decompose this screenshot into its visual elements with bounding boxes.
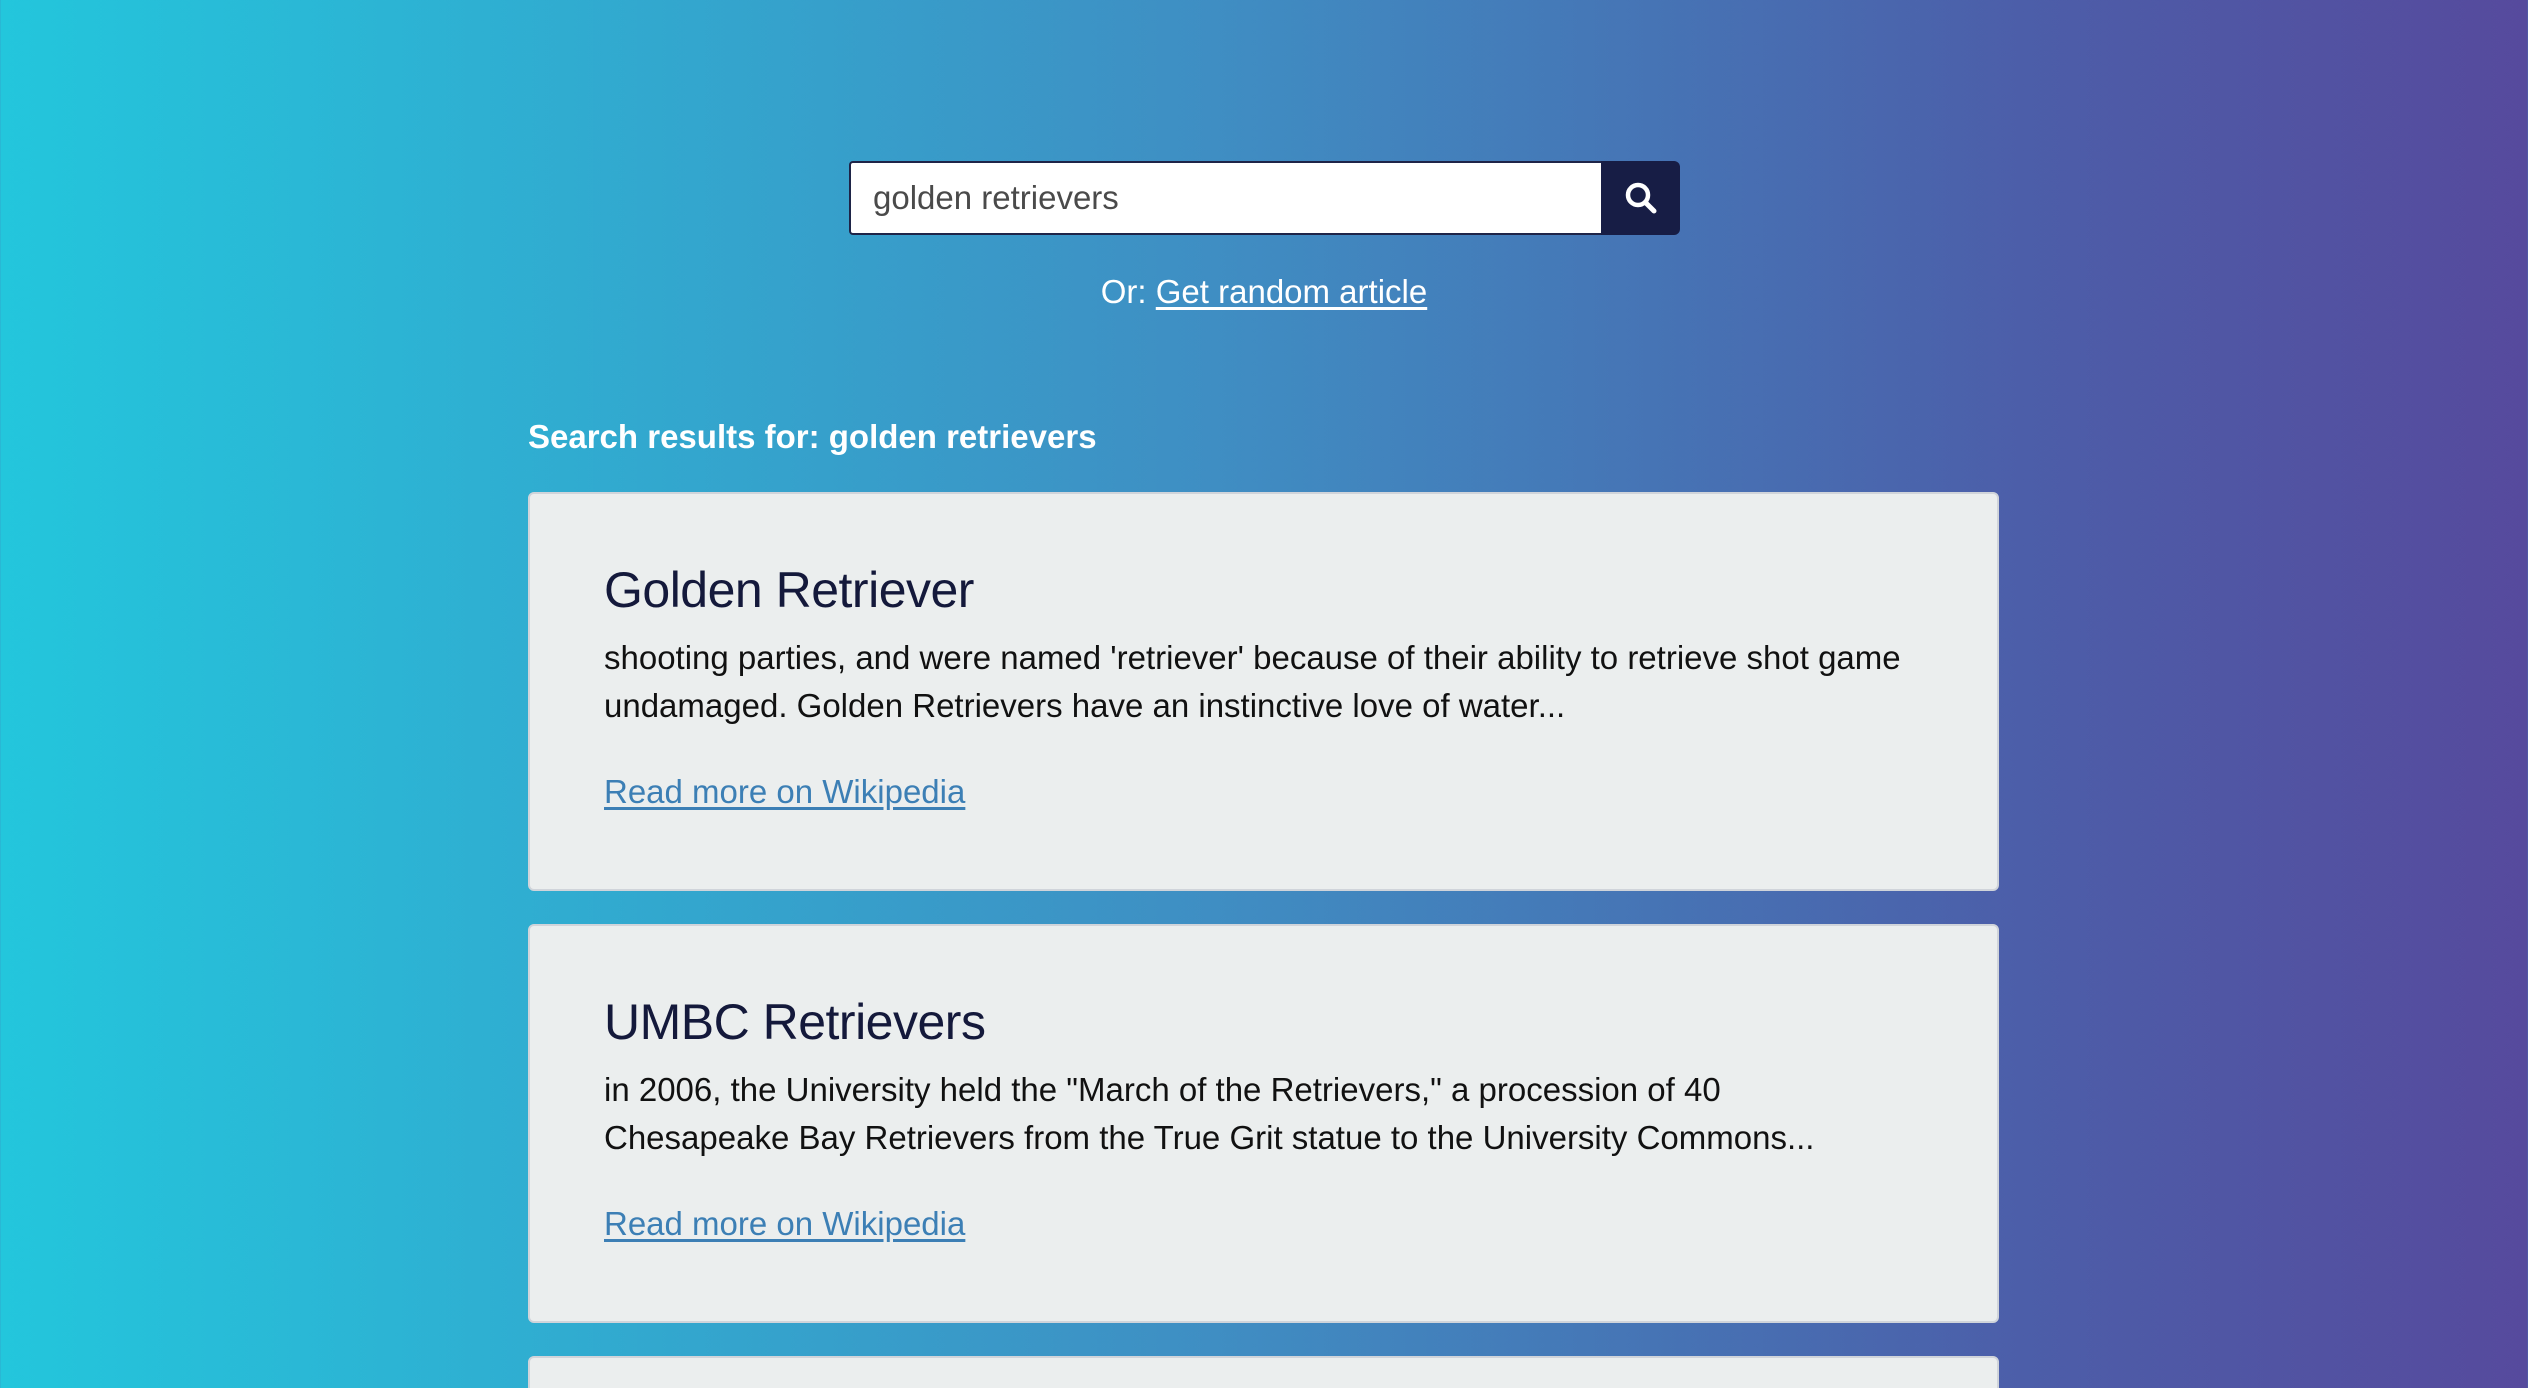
search-input[interactable] [849,161,1601,235]
result-snippet: in 2006, the University held the "March … [604,1071,1815,1156]
results-heading: Search results for: golden retrievers [528,418,1097,455]
search-bar [849,161,1680,235]
result-card-partial [528,1356,1999,1388]
random-article-link[interactable]: Get random article [1156,273,1427,310]
read-more-link[interactable]: Read more on Wikipedia [604,770,965,814]
read-more-link[interactable]: Read more on Wikipedia [604,1202,965,1246]
result-title: Golden Retriever [604,562,974,618]
result-card: UMBC Retrievers in 2006, the University … [528,924,1999,1323]
search-button[interactable] [1601,161,1680,235]
result-snippet: shooting parties, and were named 'retrie… [604,639,1901,724]
result-card: Golden Retriever shooting parties, and w… [528,492,1999,891]
random-prefix: Or: [1100,273,1156,310]
random-article-line: Or: Get random article [0,270,2528,314]
search-icon [1625,182,1656,214]
result-title: UMBC Retrievers [604,994,986,1050]
